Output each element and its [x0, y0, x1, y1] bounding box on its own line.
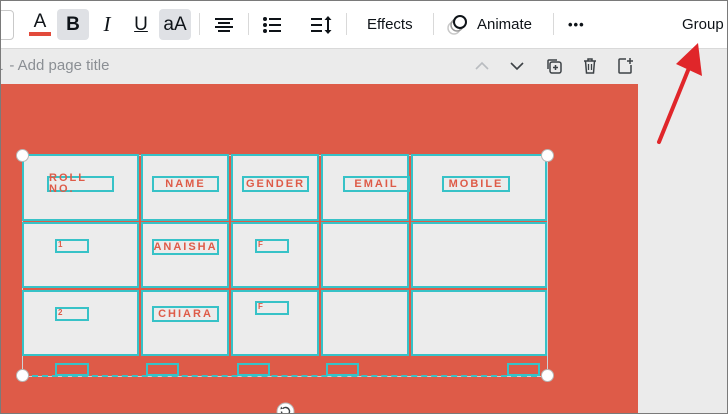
- annotation-arrow: [657, 43, 702, 144]
- editor-window: A B I U aA Effects Animate ••• Group - A…: [0, 0, 728, 414]
